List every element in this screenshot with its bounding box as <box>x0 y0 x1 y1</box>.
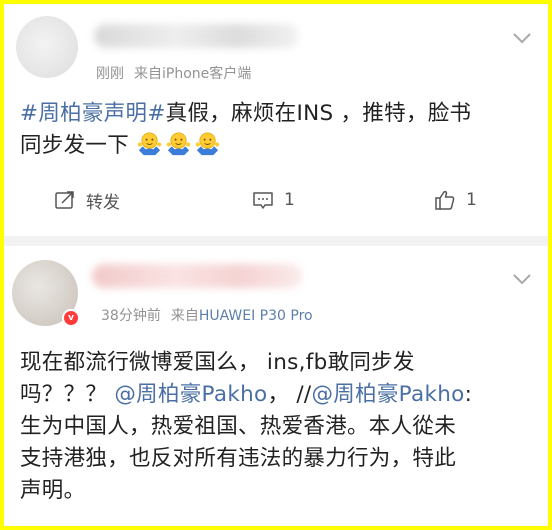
post-body-line: #周柏豪声明#真假，麻烦在INS ，推特，脸书 <box>20 98 536 130</box>
like-button[interactable]: 1 <box>434 188 477 212</box>
post-body-line: 现在都流行微博爱国么， ins,fb敢同步发 <box>20 350 415 375</box>
post-time: 刚刚 <box>96 66 124 82</box>
post-body-line: 支持港独，也反对所有违法的暴力行为，特此 <box>20 446 457 471</box>
mention-link[interactable]: @周柏豪Pakho <box>311 382 464 407</box>
weibo-post-1: 刚刚 来自iPhone客户端 #周柏豪声明#真假，麻烦在INS ，推特，脸书 同步… <box>4 4 548 236</box>
post-separator <box>4 236 548 246</box>
comment-count: 1 <box>284 190 295 210</box>
post-body-line: 声明。 <box>20 478 86 503</box>
repost-label: 转发 <box>86 192 120 213</box>
post-text: 真假，麻烦在INS ，推特，脸书 <box>165 101 472 126</box>
post-source: iPhone客户端 <box>162 66 252 82</box>
post-body: 现在都流行微博爱国么， ins,fb敢同步发 吗？？？ @周柏豪Pakho， /… <box>20 347 538 507</box>
comment-icon <box>253 192 273 209</box>
weibo-post-2: v 38分钟前 来自HUAWEI P30 Pro 现在都流行微博爱国么， ins,… <box>4 246 548 526</box>
username-blurred[interactable] <box>92 264 302 288</box>
chevron-down-icon[interactable] <box>512 30 532 44</box>
chevron-down-icon[interactable] <box>512 271 532 285</box>
repost-button[interactable]: 转发 <box>54 188 120 213</box>
shrug-emoji-icon <box>137 132 162 156</box>
post-actions: 转发 1 1 <box>4 178 548 222</box>
source-prefix: 来自 <box>170 308 199 324</box>
post-text: 吗？？？ <box>20 382 115 407</box>
comment-button[interactable]: 1 <box>252 188 295 212</box>
post-time: 38分钟前 <box>101 308 161 324</box>
post-text: ， // <box>267 382 312 407</box>
post-text: 同步发一下 <box>20 133 130 158</box>
post-body-line: 同步发一下 <box>20 130 536 162</box>
shrug-emoji-icon <box>166 132 191 156</box>
screenshot-frame: 刚刚 来自iPhone客户端 #周柏豪声明#真假，麻烦在INS ，推特，脸书 同步… <box>4 4 548 526</box>
post-body-line: 吗？？？ @周柏豪Pakho， //@周柏豪Pakho: <box>20 379 538 411</box>
shrug-emoji-icon <box>195 132 220 156</box>
post-source[interactable]: HUAWEI P30 Pro <box>199 308 313 324</box>
post-meta: 刚刚 来自iPhone客户端 <box>96 63 251 83</box>
post-body-line: 生为中国人，热爱祖国、热爱香港。本人從未 <box>20 414 457 439</box>
source-prefix: 来自 <box>134 66 162 82</box>
username-blurred[interactable] <box>94 24 299 48</box>
verified-badge-icon: v <box>62 309 80 327</box>
avatar[interactable] <box>16 16 78 78</box>
thumbs-up-icon <box>435 190 455 210</box>
post-text: : <box>464 382 473 407</box>
repost-icon <box>55 191 74 209</box>
like-count: 1 <box>466 190 477 210</box>
post-body: #周柏豪声明#真假，麻烦在INS ，推特，脸书 同步发一下 <box>20 98 536 162</box>
topic-link[interactable]: #周柏豪声明# <box>20 101 166 126</box>
mention-link[interactable]: @周柏豪Pakho <box>114 382 267 407</box>
post-meta: 38分钟前 来自HUAWEI P30 Pro <box>101 305 313 325</box>
